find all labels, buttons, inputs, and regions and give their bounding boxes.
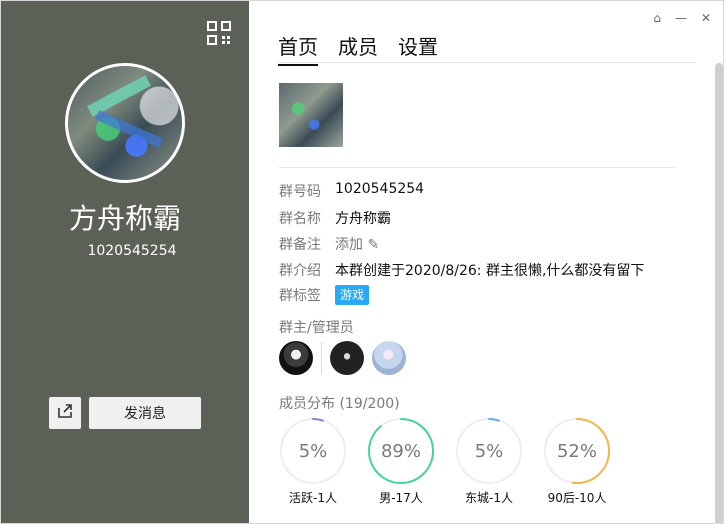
tab-settings[interactable]: 设置 xyxy=(398,31,438,66)
qr-code-icon[interactable] xyxy=(207,21,231,45)
distribution-ring: 5% xyxy=(455,417,523,485)
distribution-label: 活跃-1人 xyxy=(289,491,337,505)
send-message-button[interactable]: 发消息 xyxy=(89,397,201,429)
group-name-title: 方舟称霸 xyxy=(68,202,181,235)
left-panel: 方舟称霸 1020545254 发消息 xyxy=(1,1,249,523)
group-number-value: 1020545254 xyxy=(335,181,425,197)
group-name-row: 群名称 方舟称霸 xyxy=(279,208,391,228)
admin-avatar[interactable] xyxy=(330,341,364,375)
group-tag-row: 群标签 游戏 xyxy=(279,285,370,305)
pin-icon[interactable]: ⌂ xyxy=(653,11,661,25)
distribution-ring: 89% xyxy=(367,417,435,485)
admin-avatar[interactable] xyxy=(372,341,406,375)
tab-home[interactable]: 首页 xyxy=(278,31,318,66)
distribution-ring: 52% xyxy=(543,417,611,485)
right-panel: ⌂ — ✕ 首页 成员 设置 群号码 1020545254 群名称 方舟称霸 群… xyxy=(249,1,723,523)
admins-title: 群主/管理员 xyxy=(279,320,354,336)
distribution-label: 男-17人 xyxy=(379,491,423,505)
minimize-icon[interactable]: — xyxy=(675,11,687,25)
group-intro-value: 本群创建于2020/8/26: 群主很懒,什么都没有留下 xyxy=(335,263,645,279)
group-thumbnail[interactable] xyxy=(279,83,343,147)
window-controls: ⌂ — ✕ xyxy=(653,11,711,25)
close-icon[interactable]: ✕ xyxy=(701,11,711,25)
group-number-row: 群号码 1020545254 xyxy=(279,181,424,201)
group-name-value: 方舟称霸 xyxy=(335,211,391,227)
distribution-item: 52% 90后-10人 xyxy=(543,417,611,506)
scrollbar[interactable] xyxy=(715,63,723,523)
distribution-percent: 52% xyxy=(556,440,597,462)
distribution-label: 东城-1人 xyxy=(465,491,513,505)
group-avatar[interactable] xyxy=(65,63,185,183)
distribution-item: 89% 男-17人 xyxy=(367,417,435,506)
section-divider xyxy=(279,167,675,168)
edit-icon: ✎ xyxy=(367,237,380,253)
distribution-percent: 5% xyxy=(474,440,504,462)
group-tag-label: 群标签 xyxy=(279,288,321,304)
member-distribution: 5% 活跃-1人 89% 男-17人 5% 东城-1人 52% 90后-10人 xyxy=(279,417,611,506)
group-remark-add[interactable]: 添加 ✎ xyxy=(335,234,379,254)
admins-list xyxy=(279,341,406,375)
group-intro-label: 群介绍 xyxy=(279,263,321,279)
distribution-ring: 5% xyxy=(279,417,347,485)
admin-divider xyxy=(321,342,322,374)
group-name-label: 群名称 xyxy=(279,211,321,227)
scrollbar-thumb[interactable] xyxy=(715,63,723,523)
distribution-item: 5% 东城-1人 xyxy=(455,417,523,506)
group-intro-row: 群介绍 本群创建于2020/8/26: 群主很懒,什么都没有留下 xyxy=(279,260,644,280)
group-profile-window: 方舟称霸 1020545254 发消息 ⌂ — ✕ 首页 成员 设置 群号码 1… xyxy=(0,0,724,524)
share-button[interactable] xyxy=(49,397,81,429)
distribution-percent: 89% xyxy=(380,440,421,462)
group-id: 1020545254 xyxy=(87,243,177,259)
tab-bar: 首页 成员 设置 xyxy=(278,31,438,66)
tab-divider xyxy=(278,62,696,63)
group-remark-add-label: 添加 xyxy=(335,237,363,253)
group-remark-row: 群备注 添加 ✎ xyxy=(279,234,379,254)
member-distribution-title: 成员分布 (19/200) xyxy=(279,396,400,412)
tab-members[interactable]: 成员 xyxy=(338,31,378,66)
group-number-label: 群号码 xyxy=(279,184,321,200)
share-icon xyxy=(57,403,73,423)
admin-avatar[interactable] xyxy=(279,341,313,375)
group-remark-label: 群备注 xyxy=(279,237,321,253)
distribution-item: 5% 活跃-1人 xyxy=(279,417,347,506)
distribution-percent: 5% xyxy=(298,440,328,462)
distribution-label: 90后-10人 xyxy=(547,491,607,505)
group-tag-badge: 游戏 xyxy=(335,285,370,305)
